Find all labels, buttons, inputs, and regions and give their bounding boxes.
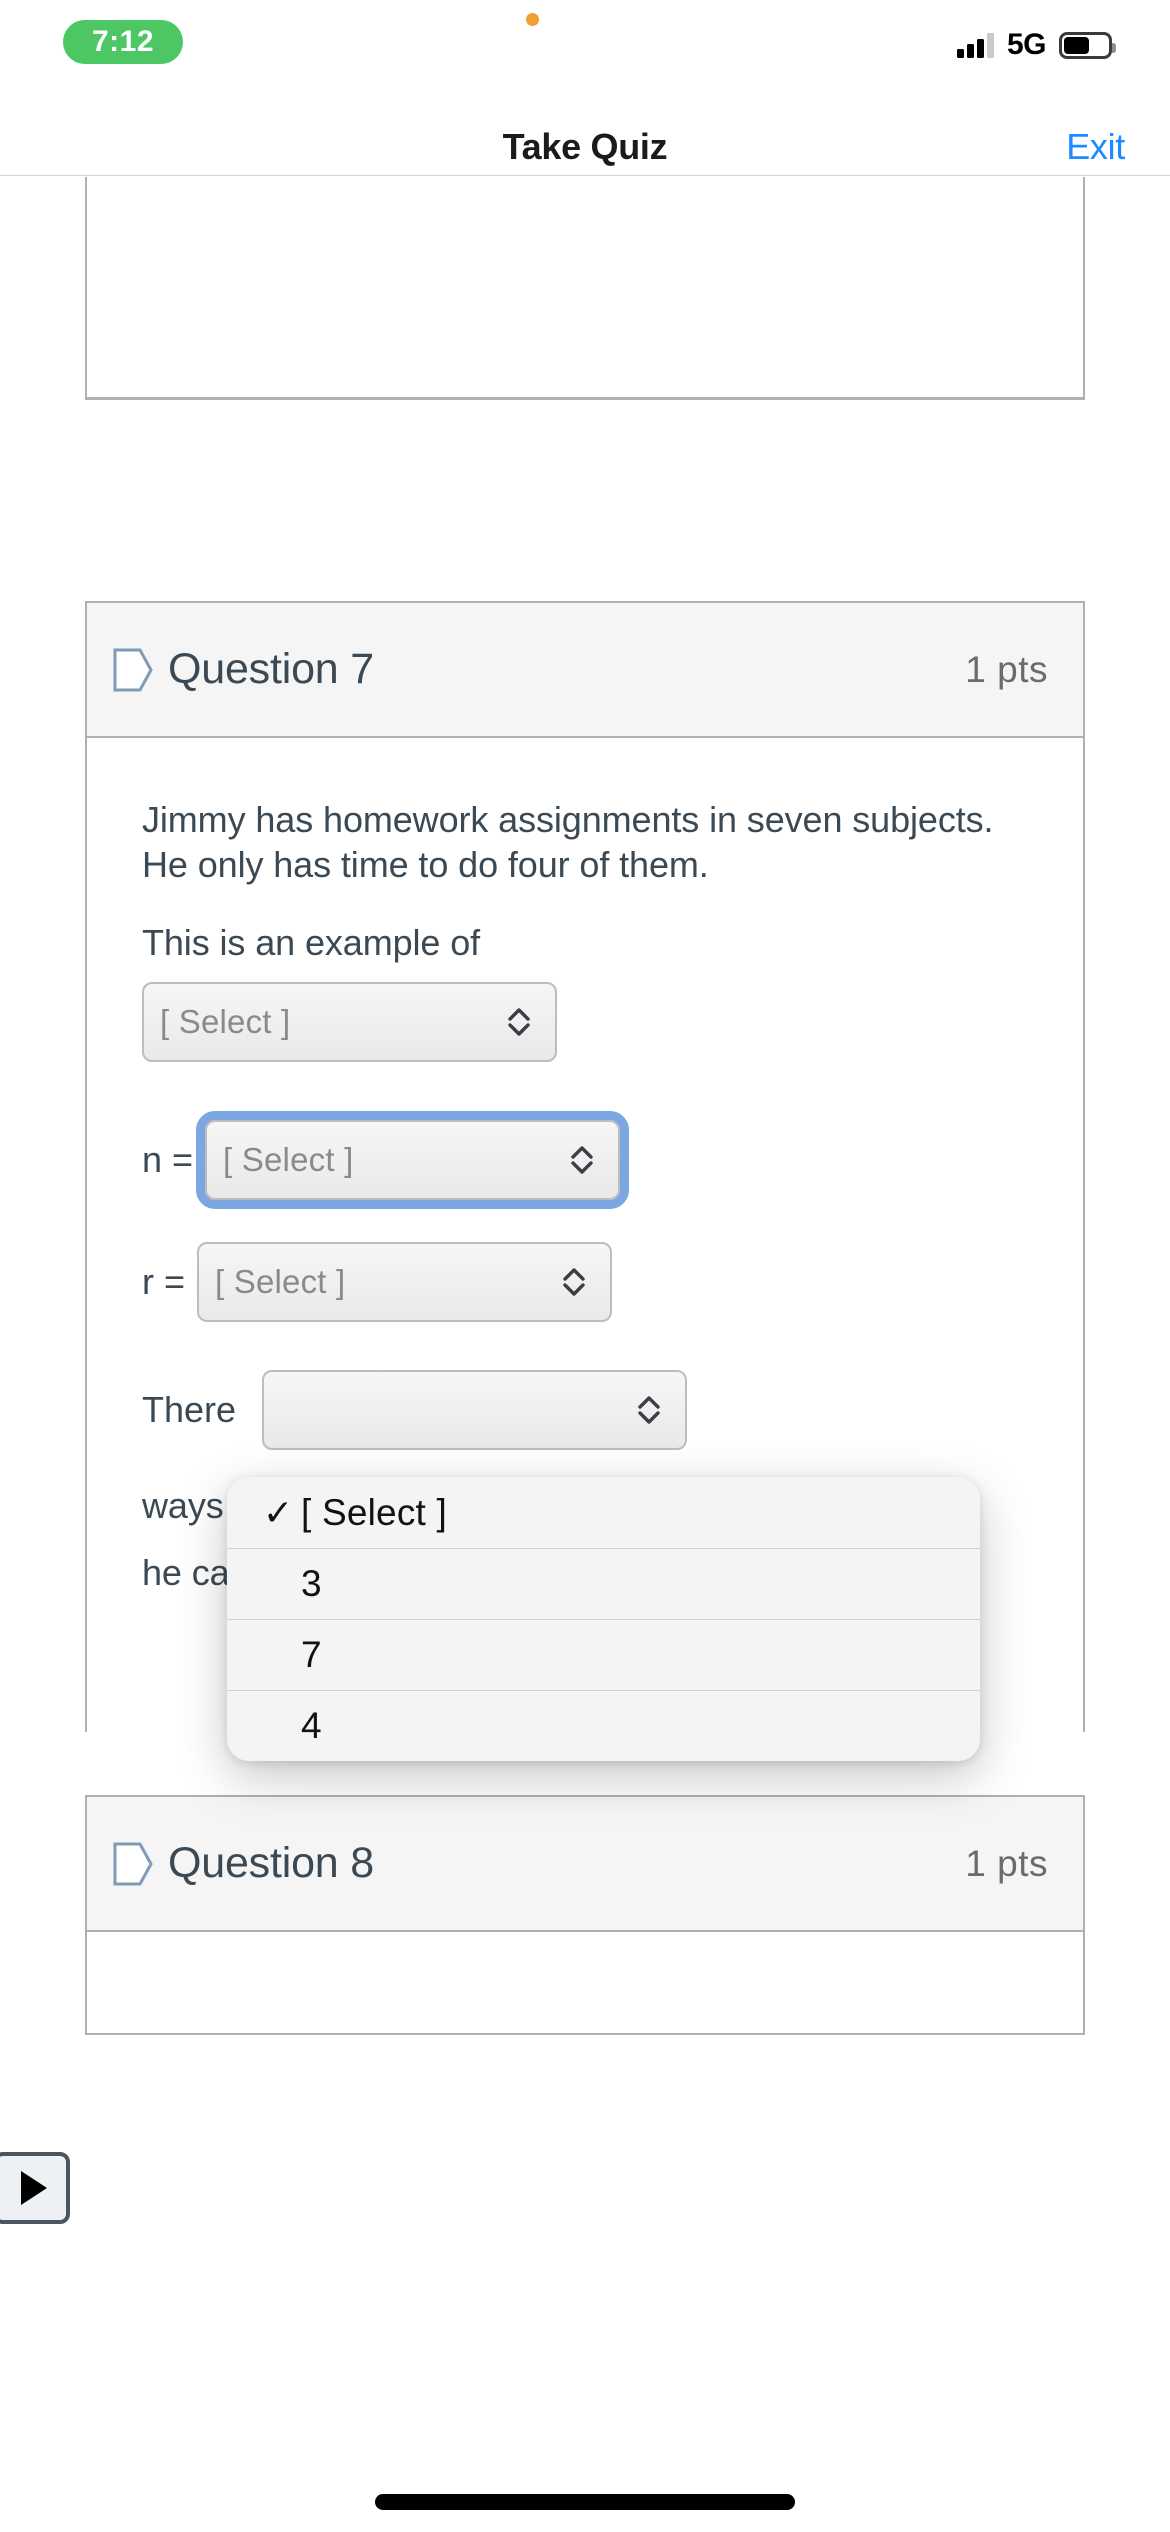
select-example-of-value: [ Select ]: [160, 1002, 291, 1040]
question-7-title: Question 7: [168, 645, 374, 693]
question-7-prompt-label: This is an example of: [142, 922, 481, 964]
select-r-value[interactable]: [ Select ]: [197, 1241, 613, 1322]
question-7-points: 1 pts: [965, 648, 1048, 690]
status-time-pill[interactable]: 7:12: [63, 20, 183, 64]
chevron-up-down-icon: [563, 1268, 585, 1296]
play-icon: [21, 2171, 47, 2205]
dropdown-option-3[interactable]: 3: [227, 1548, 980, 1619]
select-example-of[interactable]: [ Select ]: [142, 981, 557, 1062]
quiz-scroll-area[interactable]: Question 7 1 pts Jimmy has homework assi…: [0, 177, 1170, 2532]
dropdown-option-select[interactable]: ✓ [ Select ]: [227, 1477, 980, 1548]
page-title: Take Quiz: [502, 126, 668, 167]
question-8-header: Question 8 1 pts: [87, 1797, 1083, 1932]
cellular-signal-icon: [956, 32, 994, 58]
n-value-row: n = [ Select ]: [142, 1110, 1028, 1209]
there-are-text: There: [142, 1388, 237, 1430]
orange-privacy-dot-icon: [526, 13, 539, 26]
select-answer-count[interactable]: [262, 1369, 688, 1450]
chevron-up-down-icon: [638, 1396, 660, 1424]
r-value-row: r = [ Select ]: [142, 1241, 1028, 1322]
dropdown-option-7[interactable]: 7: [227, 1619, 980, 1690]
dropdown-option-label: [ Select ]: [301, 1491, 447, 1533]
question-8-points: 1 pts: [965, 1842, 1048, 1884]
network-type-label: 5G: [1006, 28, 1047, 61]
question-7-paragraph: Jimmy has homework assignments in seven …: [142, 799, 994, 885]
status-bar: 7:12 5G: [0, 0, 1170, 100]
r-label: r =: [142, 1260, 186, 1302]
play-button[interactable]: [0, 2152, 70, 2224]
dropdown-option-label: 4: [301, 1705, 322, 1746]
nav-bar: Take Quiz Exit: [0, 100, 1170, 176]
chevron-up-down-icon: [571, 1146, 593, 1174]
there-are-row: There: [142, 1369, 1028, 1450]
select-n-value[interactable]: [ Select ]: [196, 1110, 630, 1209]
dropdown-option-label: 3: [301, 1563, 322, 1604]
home-indicator[interactable]: [375, 2494, 795, 2510]
question-card-8: Question 8 1 pts: [85, 1795, 1085, 2035]
exit-button[interactable]: Exit: [1066, 126, 1125, 168]
select-n-value-text: [ Select ]: [223, 1140, 354, 1178]
status-time: 7:12: [91, 25, 155, 58]
question-7-header: Question 7 1 pts: [87, 603, 1083, 738]
question-flag-icon: [113, 1842, 153, 1885]
question-flag-icon: [113, 648, 153, 691]
n-label: n =: [142, 1138, 194, 1180]
battery-icon: [1059, 31, 1116, 59]
select-r-value-text: [ Select ]: [215, 1262, 346, 1300]
dropdown-option-4[interactable]: 4: [227, 1690, 980, 1761]
question-8-title: Question 8: [168, 1839, 374, 1887]
chevron-up-down-icon: [508, 1008, 530, 1036]
dropdown-option-label: 7: [301, 1634, 322, 1675]
status-right-cluster: 5G: [956, 28, 1116, 62]
question-card-previous: [85, 177, 1085, 400]
select-options-popover[interactable]: ✓ [ Select ] 3 7 4: [227, 1477, 980, 1761]
check-icon: ✓: [263, 1491, 294, 1533]
